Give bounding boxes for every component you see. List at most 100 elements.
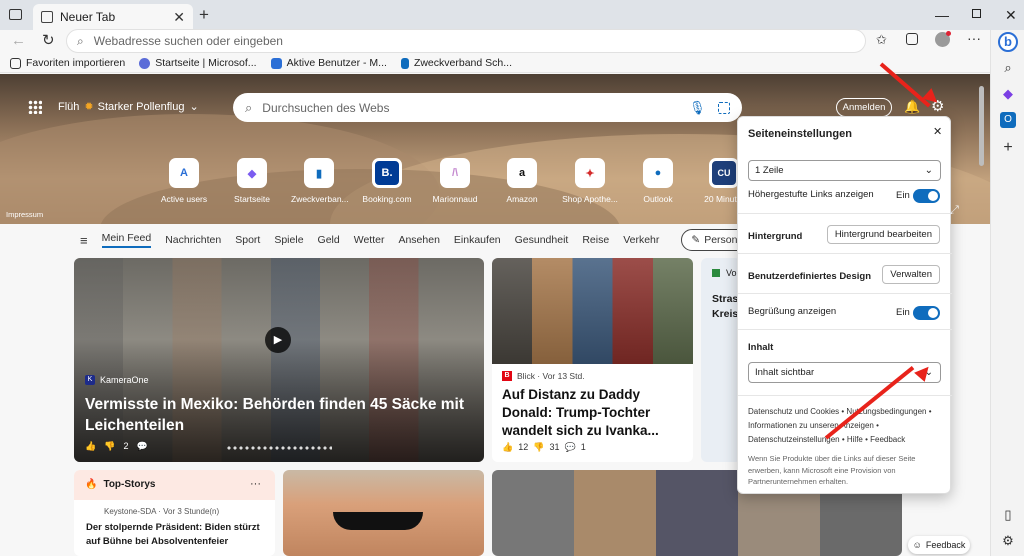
dislike-icon[interactable]: 👎 — [533, 442, 544, 453]
tile-icon: a — [507, 158, 537, 188]
apps-grid-icon[interactable] — [28, 100, 42, 114]
favorites-bar: Favoriten importieren Startseite | Micro… — [0, 54, 990, 73]
headline[interactable]: Auf Distanz zu Daddy Donald: Trump-Tocht… — [502, 386, 687, 440]
tile-icon: ✦ — [575, 158, 605, 188]
top-stories-card[interactable]: 🔥 Top-Storys ··· Keystone-SDA · Vor 3 Stu… — [74, 470, 275, 556]
footer-links[interactable]: Datenschutz und Cookies • Nutzungsbeding… — [748, 405, 943, 447]
nav-item[interactable]: Wetter — [354, 234, 385, 246]
content-select[interactable]: Inhalt sichtbar ⌄ — [748, 362, 941, 383]
comment-icon[interactable]: 💬 — [564, 442, 575, 453]
nav-item[interactable]: Geld — [318, 234, 340, 246]
quick-link-tile[interactable]: ▮ Zweckverban... — [291, 158, 349, 204]
nav-item[interactable]: Verkehr — [623, 234, 659, 246]
news-card-image[interactable] — [283, 470, 484, 556]
maximize-icon[interactable] — [972, 9, 981, 18]
tab-actions-icon[interactable] — [9, 9, 22, 20]
tile-icon: ▮ — [304, 158, 334, 188]
quick-link-tile[interactable]: B. Booking.com — [359, 158, 415, 204]
copilot-icon[interactable]: b — [998, 32, 1018, 52]
tile-icon: ● — [643, 158, 673, 188]
search-icon: ⌕ — [77, 33, 84, 48]
nav-item[interactable]: Mein Feed — [101, 232, 152, 248]
settings-title: Seiteneinstellungen — [748, 128, 852, 140]
impressum-link[interactable]: Impressum — [6, 210, 43, 219]
source-label: Blick · Vor 13 Std. — [517, 371, 585, 381]
close-window-icon[interactable]: ✕ — [1005, 7, 1017, 24]
refresh-icon[interactable]: ↻ — [42, 31, 55, 49]
settings-icon[interactable]: ⚙ — [1000, 533, 1016, 549]
content-label: Inhalt — [748, 342, 774, 353]
quick-link-tile[interactable]: /\ Marionnaud — [427, 158, 483, 204]
quick-link-tile[interactable]: ✦ Shop Apothe... — [562, 158, 618, 204]
greeting-state: Ein — [896, 307, 910, 318]
nav-item[interactable]: Nachrichten — [165, 234, 221, 246]
title-bar: Neuer Tab ✕ + — ✕ — [0, 0, 1024, 30]
favorite-item[interactable]: Startseite | Microsof... — [139, 57, 257, 69]
nav-item[interactable]: Ansehen — [398, 234, 439, 246]
favorite-item[interactable]: Favoriten importieren — [10, 57, 125, 69]
shopping-icon[interactable]: ◆ — [1000, 86, 1016, 102]
feedback-button[interactable]: ☺ Feedback — [908, 536, 970, 554]
dislike-count: 2 — [123, 441, 129, 451]
scrollbar[interactable] — [979, 86, 984, 166]
dislike-icon[interactable]: 👎 — [104, 441, 115, 452]
blick-logo: B — [502, 371, 512, 381]
add-icon[interactable]: + — [1000, 140, 1016, 156]
nav-item[interactable]: Spiele — [274, 234, 303, 246]
news-card-third[interactable]: Vo Strass Kreis — [701, 258, 741, 462]
collections-icon[interactable] — [906, 33, 918, 45]
more-options-icon[interactable]: ··· — [250, 478, 261, 490]
play-icon[interactable]: ▶ — [265, 327, 291, 353]
like-icon[interactable]: 👍 — [85, 441, 96, 452]
signin-button[interactable]: Anmelden — [836, 98, 892, 117]
comment-icon[interactable]: 💬 — [136, 441, 147, 452]
outlook-icon[interactable]: O — [1000, 112, 1016, 128]
manage-design-button[interactable]: Verwalten — [882, 265, 940, 284]
nav-item[interactable]: Reise — [582, 234, 609, 246]
tile-icon: CU — [709, 158, 739, 188]
favorite-item[interactable]: Zweckverband Sch... — [400, 57, 512, 69]
sidebar-layout-icon[interactable]: ▯ — [1000, 507, 1016, 523]
sun-icon: ✹ — [84, 101, 94, 113]
source-label: KameraOne — [100, 375, 149, 385]
nav-item[interactable]: Einkaufen — [454, 234, 501, 246]
address-bar[interactable]: ⌕ Webadresse suchen oder eingeben — [66, 29, 866, 53]
news-card-second[interactable]: B Blick · Vor 13 Std. Auf Distanz zu Dadd… — [492, 258, 693, 462]
nav-item[interactable]: Sport — [235, 234, 260, 246]
new-tab-icon[interactable]: + — [199, 5, 209, 25]
favorites-icon[interactable]: ✩ — [876, 32, 887, 48]
back-icon[interactable]: ← — [11, 32, 26, 49]
source-label: Keystone-SDA · Vor 3 Stunde(n) — [104, 507, 220, 516]
quick-link-tile[interactable]: ● Outlook — [630, 158, 686, 204]
import-icon — [10, 57, 21, 69]
news-card-main[interactable]: ▶ K KameraOne Vermisste in Mexiko: Behörd… — [74, 258, 484, 462]
dislike-count: 31 — [549, 442, 560, 452]
close-icon[interactable]: ✕ — [933, 125, 942, 138]
quick-link-tile[interactable]: a Amazon — [494, 158, 550, 204]
quick-link-tile[interactable]: ◆ Startseite — [224, 158, 280, 204]
tab-new-tab[interactable]: Neuer Tab ✕ — [33, 4, 193, 30]
close-tab-icon[interactable]: ✕ — [173, 9, 185, 26]
weather-widget[interactable]: Flüh ✹ Starker Pollenflug ⌄ — [58, 100, 199, 114]
headline[interactable]: Der stolpernde Präsident: Biden stürzt a… — [86, 521, 271, 549]
greeting-toggle[interactable] — [913, 306, 940, 320]
microphone-icon[interactable]: 🎙 — [689, 100, 706, 116]
menu-icon[interactable]: ≡ — [80, 233, 88, 248]
like-icon[interactable]: 👍 — [502, 442, 513, 453]
layout-select[interactable]: 1 Zeile ⌄ — [748, 160, 941, 181]
notifications-icon[interactable]: 🔔 — [904, 99, 920, 115]
favorite-item[interactable]: Aktive Benutzer - M... — [270, 57, 387, 69]
web-search-box[interactable]: ⌕ Durchsuchen des Webs 🎙 — [233, 93, 742, 122]
site-icon — [400, 57, 409, 69]
more-icon[interactable]: ··· — [967, 30, 981, 46]
nav-item[interactable]: Gesundheit — [515, 234, 569, 246]
expand-icon[interactable]: ⤢ — [950, 204, 959, 217]
headline[interactable]: Vermisste in Mexiko: Behörden finden 45 … — [85, 394, 480, 436]
minimize-icon[interactable]: — — [935, 7, 949, 23]
visual-search-icon[interactable] — [718, 101, 730, 114]
edit-background-button[interactable]: Hintergrund bearbeiten — [826, 225, 940, 244]
quick-link-tile[interactable]: A Active users — [156, 158, 212, 204]
carousel-dots[interactable] — [226, 445, 332, 451]
search-icon[interactable]: ⌕ — [1000, 60, 1016, 76]
links-toggle[interactable] — [913, 189, 940, 203]
